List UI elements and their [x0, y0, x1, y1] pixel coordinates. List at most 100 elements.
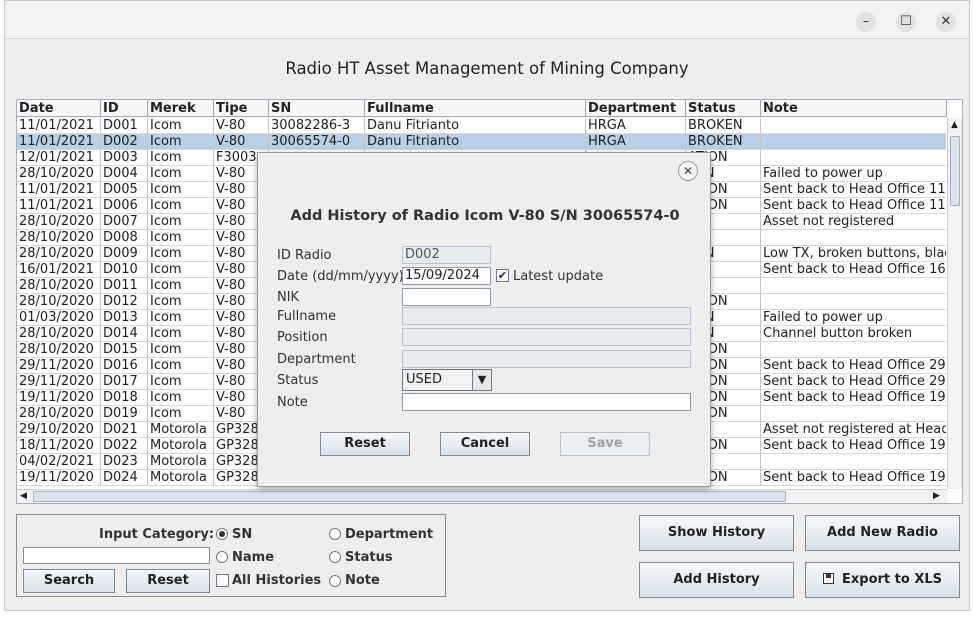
position-field: [402, 328, 691, 346]
status-select[interactable]: USED ▼: [402, 369, 492, 391]
floppy-disk-icon: [823, 573, 834, 584]
dialog-save-button[interactable]: Save: [560, 432, 650, 456]
table-cell: BROKEN: [686, 134, 761, 150]
table-cell: Icom: [148, 230, 214, 246]
radio-note-label: Note: [345, 573, 380, 588]
radio-status[interactable]: [329, 551, 341, 563]
close-window-button[interactable]: ✕: [936, 12, 956, 32]
horizontal-scroll-thumb[interactable]: [33, 491, 786, 502]
dialog-reset-button[interactable]: Reset: [320, 432, 410, 456]
chevron-down-icon[interactable]: ▼: [472, 370, 491, 390]
table-cell: 28/10/2020: [17, 246, 101, 262]
latest-update-checkbox[interactable]: ✔: [496, 269, 509, 282]
table-cell: Sent back to Head Office 29/: [761, 374, 946, 390]
department-field: [402, 350, 691, 368]
note-field[interactable]: [402, 393, 691, 411]
table-cell: Icom: [148, 406, 214, 422]
vertical-scroll-thumb[interactable]: [950, 136, 960, 206]
scroll-up-arrow-icon[interactable]: ▲: [951, 120, 958, 130]
table-cell: Sent back to Head Office 11/: [761, 198, 946, 214]
column-header[interactable]: Fullname: [365, 100, 586, 117]
table-cell: Asset not registered at Head: [761, 422, 946, 438]
table-cell: 30065574-0: [269, 134, 365, 150]
table-cell: D023: [101, 454, 148, 470]
table-cell: D001: [101, 118, 148, 134]
show-history-button[interactable]: Show History: [639, 515, 794, 551]
table-cell: V-80: [214, 118, 269, 134]
table-cell: 30082286-3: [269, 118, 365, 134]
id-radio-label: ID Radio: [277, 248, 332, 263]
id-radio-field: D002: [402, 246, 491, 264]
status-select-value: USED: [406, 372, 442, 387]
table-cell: Sent back to Head Office 19/: [761, 438, 946, 454]
table-cell: [761, 454, 946, 470]
table-cell: D013: [101, 310, 148, 326]
radio-name[interactable]: [216, 551, 228, 563]
add-history-dialog: ✕ Add History of Radio Icom V-80 S/N 300…: [257, 152, 711, 487]
table-cell: D017: [101, 374, 148, 390]
date-label: Date (dd/mm/yyyy): [277, 269, 404, 284]
input-category-label: Input Category:: [99, 527, 215, 542]
nik-field[interactable]: [402, 288, 491, 306]
column-header[interactable]: Merek: [148, 100, 214, 117]
table-cell: D005: [101, 182, 148, 198]
date-field[interactable]: 15/09/2024: [402, 267, 491, 285]
table-cell: [761, 134, 946, 150]
column-header[interactable]: Status: [686, 100, 761, 117]
department-label: Department: [277, 352, 356, 367]
minimize-button[interactable]: –: [856, 12, 876, 32]
table-cell: 11/01/2021: [17, 198, 101, 214]
column-header[interactable]: SN: [269, 100, 365, 117]
radio-department-label: Department: [345, 527, 434, 542]
add-new-radio-button[interactable]: Add New Radio: [805, 515, 960, 551]
table-cell: Icom: [148, 326, 214, 342]
table-cell: 29/11/2020: [17, 374, 101, 390]
search-input[interactable]: [23, 547, 210, 564]
column-header[interactable]: Date: [17, 100, 101, 117]
table-cell: Icom: [148, 374, 214, 390]
table-row[interactable]: 11/01/2021 D001 Icom V-80 30082286-3 Danu Fit…: [17, 118, 946, 134]
table-cell: HRGA: [586, 118, 686, 134]
table-cell: 28/10/2020: [17, 278, 101, 294]
export-xls-button[interactable]: Export to XLS: [805, 562, 960, 598]
table-cell: D019: [101, 406, 148, 422]
search-button[interactable]: Search: [23, 569, 115, 593]
scroll-left-arrow-icon[interactable]: ◀: [20, 491, 27, 501]
table-row[interactable]: 11/01/2021 D002 Icom V-80 30065574-0 Danu Fit…: [17, 134, 946, 150]
column-header[interactable]: Note: [761, 100, 947, 117]
radio-sn-label: SN: [232, 527, 253, 542]
table-cell: D006: [101, 198, 148, 214]
table-cell: Motorola: [148, 454, 214, 470]
table-cell: 12/01/2021: [17, 150, 101, 166]
column-header[interactable]: Tipe: [214, 100, 269, 117]
add-history-button[interactable]: Add History: [639, 562, 794, 598]
dialog-cancel-button[interactable]: Cancel: [440, 432, 530, 456]
radio-department[interactable]: [329, 528, 341, 540]
table-cell: Icom: [148, 214, 214, 230]
table-cell: Motorola: [148, 438, 214, 454]
scroll-right-arrow-icon[interactable]: ▶: [933, 491, 940, 501]
table-cell: Icom: [148, 294, 214, 310]
radio-note[interactable]: [329, 575, 341, 587]
maximize-button[interactable]: ☐: [896, 12, 916, 32]
all-histories-checkbox[interactable]: [216, 574, 229, 587]
fullname-field: [402, 307, 691, 325]
export-xls-label: Export to XLS: [842, 572, 942, 587]
table-cell: D012: [101, 294, 148, 310]
radio-name-label: Name: [232, 550, 275, 565]
table-cell: Sent back to Head Office 19/: [761, 470, 946, 486]
dialog-close-icon[interactable]: ✕: [678, 161, 698, 181]
column-header[interactable]: ID: [101, 100, 148, 117]
column-header[interactable]: Department: [586, 100, 686, 117]
reset-search-button[interactable]: Reset: [126, 569, 210, 593]
table-cell: D014: [101, 326, 148, 342]
table-cell: 29/11/2020: [17, 358, 101, 374]
table-cell: Icom: [148, 310, 214, 326]
table-cell: D010: [101, 262, 148, 278]
table-cell: [761, 278, 946, 294]
radio-sn[interactable]: [216, 528, 228, 540]
horizontal-scrollbar[interactable]: ◀ ▶: [17, 489, 947, 503]
table-cell: Sent back to Head Office 11/: [761, 182, 946, 198]
vertical-scrollbar[interactable]: ▲: [947, 118, 962, 489]
table-cell: D024: [101, 470, 148, 486]
